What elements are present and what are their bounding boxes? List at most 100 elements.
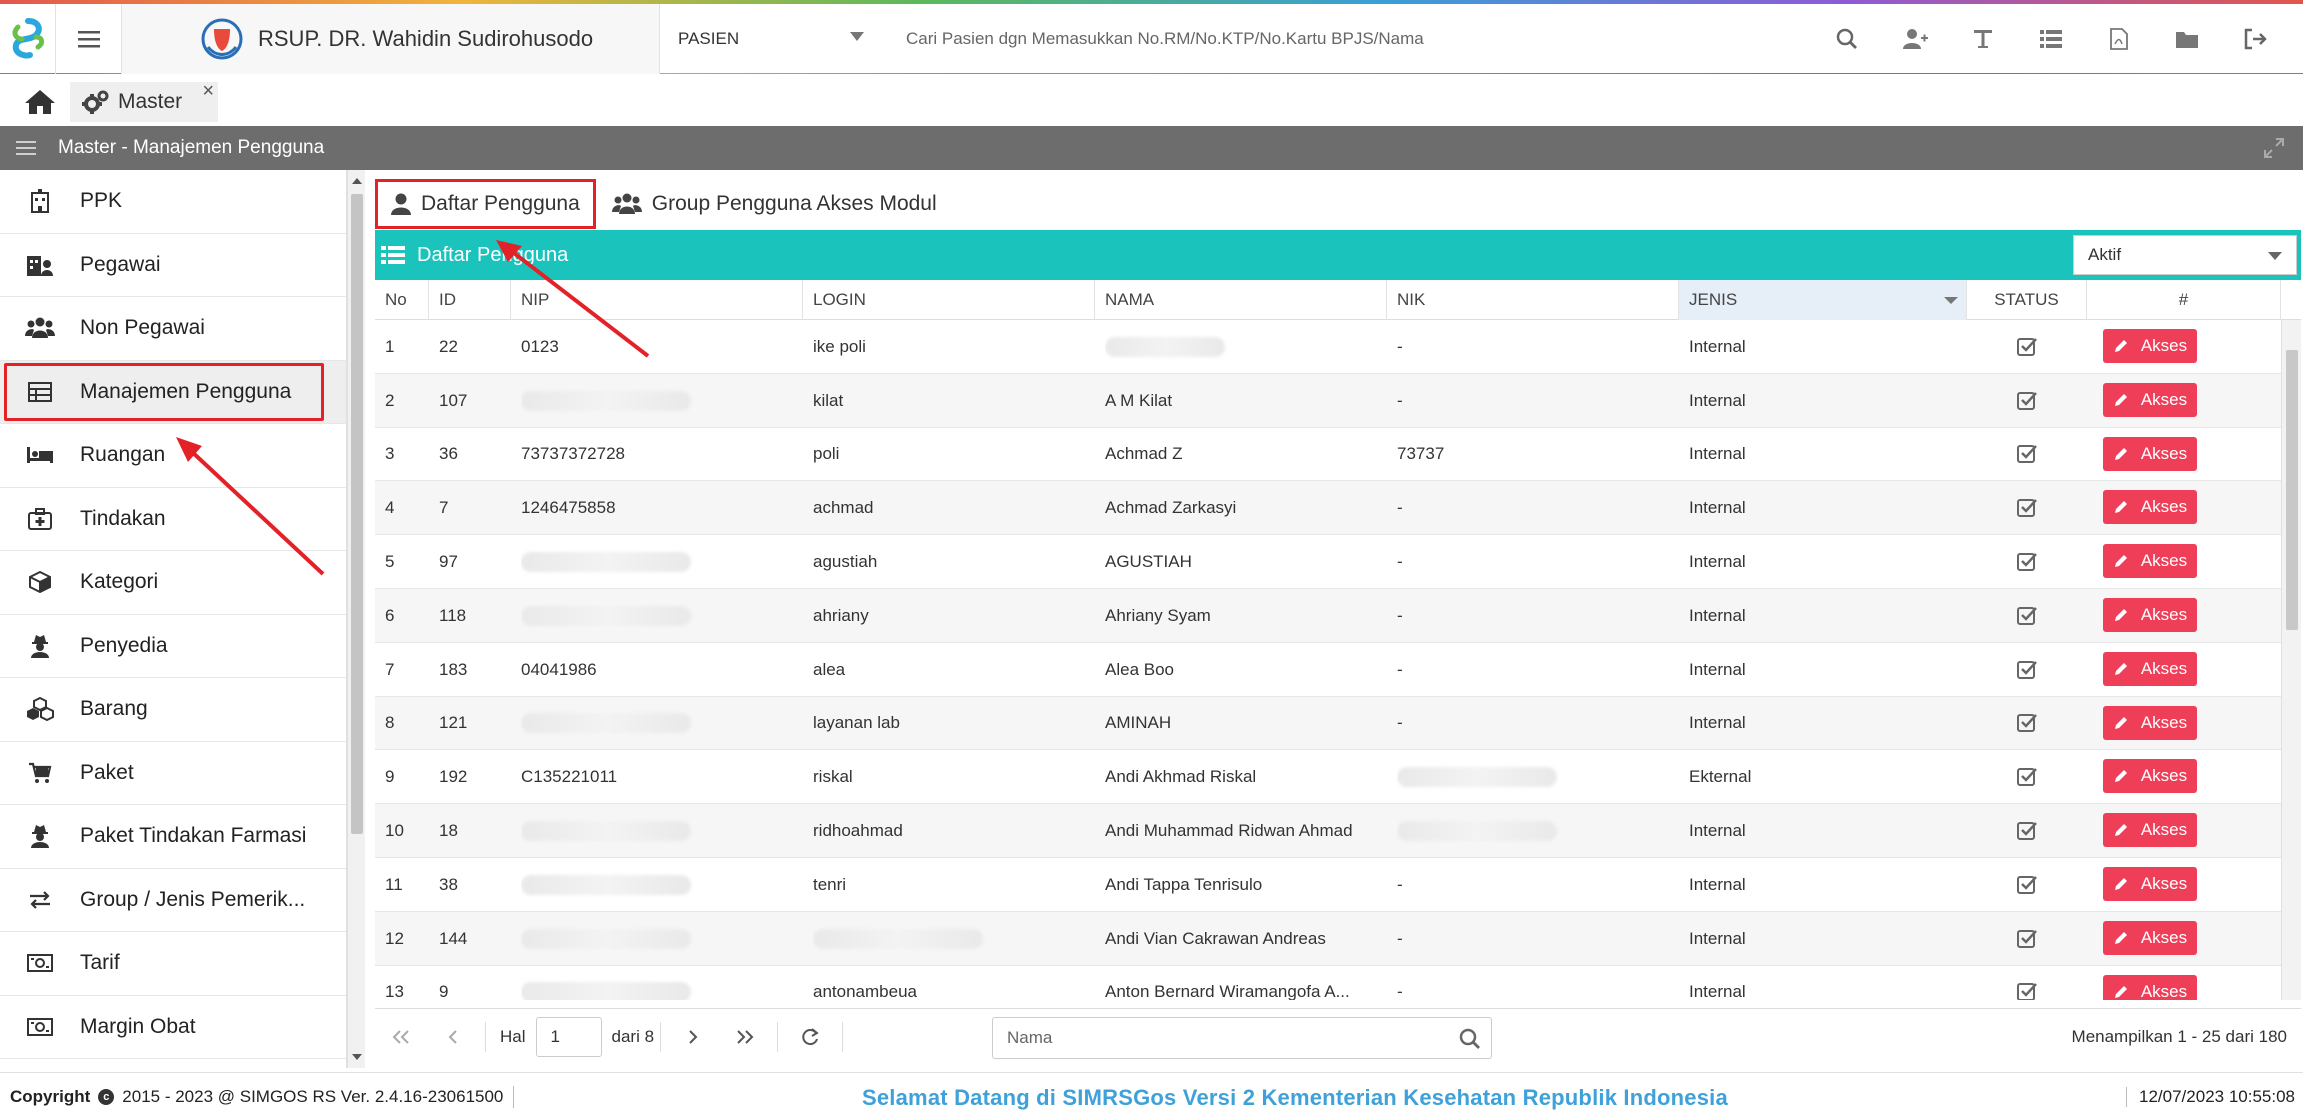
column-header-nik[interactable]: NIK: [1387, 280, 1679, 320]
akses-button[interactable]: Akses: [2103, 813, 2197, 848]
sidebar-scrollbar[interactable]: [347, 170, 365, 1068]
pasien-select[interactable]: PASIEN: [660, 4, 882, 74]
sidebar-item-barang[interactable]: Barang: [0, 678, 346, 742]
folder-icon[interactable]: [2153, 4, 2221, 74]
status-checkbox[interactable]: [1967, 320, 2087, 374]
table-body: 1 22 0123 ike poli - Internal Akses 2 107 kilat A …: [375, 320, 2301, 1000]
sidebar-item-non-pegawai[interactable]: Non Pegawai: [0, 297, 346, 361]
sidebar-item-tindakan[interactable]: Tindakan: [0, 488, 346, 551]
user-plus-icon[interactable]: [1881, 4, 1949, 74]
status-checkbox[interactable]: [1967, 750, 2087, 804]
sidebar-item-pegawai[interactable]: Pegawai: [0, 234, 346, 297]
sidebar-item-ruangan[interactable]: Ruangan: [0, 424, 346, 488]
column-header-nama[interactable]: NAMA: [1095, 280, 1387, 320]
akses-button[interactable]: Akses: [2103, 974, 2197, 1000]
akses-button[interactable]: Akses: [2103, 597, 2197, 632]
list-icon[interactable]: [2017, 4, 2085, 74]
sidebar-item-margin-obat[interactable]: Margin Obat: [0, 996, 346, 1059]
sidebar-item-kategori[interactable]: Kategori: [0, 551, 346, 615]
table-row[interactable]: 11 38 tenri Andi Tappa Tenrisulo - Internal Ak…: [375, 858, 2301, 912]
sidebar-item-manajemen-pengguna[interactable]: Manajemen Pengguna: [0, 360, 346, 424]
column-header-id[interactable]: ID: [429, 280, 511, 320]
table-row[interactable]: 10 18 ridhoahmad Andi Muhammad Ridwan Ahmad…: [375, 804, 2301, 858]
expand-icon[interactable]: [2263, 137, 2285, 159]
table-row[interactable]: 1 22 0123 ike poli - Internal Akses: [375, 320, 2301, 374]
cell-nik: -: [1397, 982, 1403, 1000]
status-checkbox[interactable]: [1967, 912, 2087, 966]
table-row[interactable]: 3 36 73737372728 poli Achmad Z 73737 Internal A…: [375, 428, 2301, 482]
column-header-action[interactable]: #: [2087, 280, 2281, 320]
scroll-down-icon[interactable]: [352, 1054, 362, 1060]
hamburger-icon[interactable]: [16, 140, 36, 156]
akses-button[interactable]: Akses: [2103, 920, 2197, 955]
status-checkbox[interactable]: [1967, 481, 2087, 535]
table-row[interactable]: 8 121 layanan lab AMINAH - Internal Akses: [375, 696, 2301, 751]
search-icon[interactable]: [1459, 1028, 1481, 1050]
table-row[interactable]: 4 7 1246475858 achmad Achmad Zarkasyi - Intern…: [375, 481, 2301, 536]
status-filter-select[interactable]: Aktif: [2073, 235, 2297, 275]
column-header-login[interactable]: LOGIN: [803, 280, 1095, 320]
akses-button[interactable]: Akses: [2103, 490, 2197, 525]
table-row[interactable]: 9 192 C135221011 riskal Andi Akhmad Riskal Ek…: [375, 750, 2301, 805]
scroll-up-icon[interactable]: [352, 178, 362, 184]
tab-master[interactable]: Master ×: [70, 80, 218, 122]
akses-button[interactable]: Akses: [2103, 436, 2197, 471]
next-page-button[interactable]: [667, 1015, 719, 1059]
prev-page-button[interactable]: [427, 1015, 479, 1059]
sidebar-item-group-jenis-pemerik[interactable]: Group / Jenis Pemerik...: [0, 869, 346, 932]
menu-toggle-button[interactable]: [56, 4, 122, 74]
close-tab-icon[interactable]: ×: [202, 80, 214, 103]
sidebar-item-penyedia[interactable]: Penyedia: [0, 615, 346, 678]
sidebar-scroll-thumb[interactable]: [351, 194, 363, 834]
akses-button[interactable]: Akses: [2103, 866, 2197, 901]
sidebar-item-paket-tindakan-farmasi[interactable]: Paket Tindakan Farmasi: [0, 805, 346, 869]
column-menu-icon[interactable]: [1944, 297, 1958, 304]
refresh-button[interactable]: [784, 1015, 836, 1059]
status-checkbox[interactable]: [1967, 535, 2087, 589]
akses-button[interactable]: Akses: [2103, 329, 2197, 363]
table-scroll-thumb[interactable]: [2286, 350, 2298, 630]
akses-button[interactable]: Akses: [2103, 544, 2197, 579]
status-checkbox[interactable]: [1967, 804, 2087, 858]
akses-button[interactable]: Akses: [2103, 651, 2197, 686]
table-row[interactable]: 7 183 04041986 alea Alea Boo - Internal Akses: [375, 643, 2301, 697]
table-row[interactable]: 2 107 kilat A M Kilat - Internal Akses: [375, 373, 2301, 428]
app-logo-icon[interactable]: [0, 4, 56, 74]
status-checkbox[interactable]: [1967, 643, 2087, 697]
akses-button[interactable]: Akses: [2103, 705, 2197, 740]
status-checkbox[interactable]: [1967, 589, 2087, 643]
sidebar-item-tarif[interactable]: Tarif: [0, 932, 346, 996]
text-icon[interactable]: [1949, 4, 2017, 74]
sidebar-item-paket[interactable]: Paket: [0, 742, 346, 805]
column-header-nip[interactable]: NIP: [511, 280, 803, 320]
table-row[interactable]: 5 97 agustiah AGUSTIAH - Internal Akses: [375, 535, 2301, 589]
akses-button[interactable]: Akses: [2103, 759, 2197, 794]
status-checkbox[interactable]: [1967, 966, 2087, 1000]
tab-daftar-pengguna[interactable]: Daftar Pengguna: [375, 179, 596, 229]
sidebar-item-ppk[interactable]: PPK: [0, 170, 346, 234]
first-page-button[interactable]: [375, 1015, 427, 1059]
status-checkbox[interactable]: [1967, 697, 2087, 751]
cell-nip: [521, 697, 797, 751]
sign-out-icon[interactable]: [2221, 4, 2289, 74]
last-page-button[interactable]: [719, 1015, 771, 1059]
patient-search-input[interactable]: Cari Pasien dgn Memasukkan No.RM/No.KTP/…: [906, 4, 1806, 74]
column-header-jenis[interactable]: JENIS: [1679, 280, 1967, 320]
tab-group-pengguna-akses-modul[interactable]: Group Pengguna Akses Modul: [598, 181, 951, 227]
cell-nama: Andi Vian Cakrawan Andreas: [1105, 928, 1326, 948]
table-row[interactable]: 12 144 Andi Vian Cakrawan Andreas - Internal…: [375, 911, 2301, 966]
search-icon[interactable]: [1813, 4, 1881, 74]
column-header-status[interactable]: STATUS: [1967, 280, 2087, 320]
page-number-input[interactable]: 1: [535, 1016, 602, 1057]
akses-button[interactable]: Akses: [2103, 382, 2197, 417]
status-checkbox[interactable]: [1967, 374, 2087, 428]
table-scrollbar[interactable]: [2281, 320, 2301, 1000]
table-row[interactable]: 6 118 ahriany Ahriany Syam - Internal Akses: [375, 588, 2301, 643]
table-row[interactable]: 13 9 antonambeua Anton Bernard Wiramangofa …: [375, 966, 2301, 1000]
pdf-icon[interactable]: [2085, 4, 2153, 74]
status-checkbox[interactable]: [1967, 428, 2087, 482]
status-checkbox[interactable]: [1967, 858, 2087, 912]
name-search-input[interactable]: Nama: [992, 1017, 1492, 1059]
column-header-no[interactable]: No: [375, 280, 429, 320]
home-tab[interactable]: [14, 82, 66, 122]
